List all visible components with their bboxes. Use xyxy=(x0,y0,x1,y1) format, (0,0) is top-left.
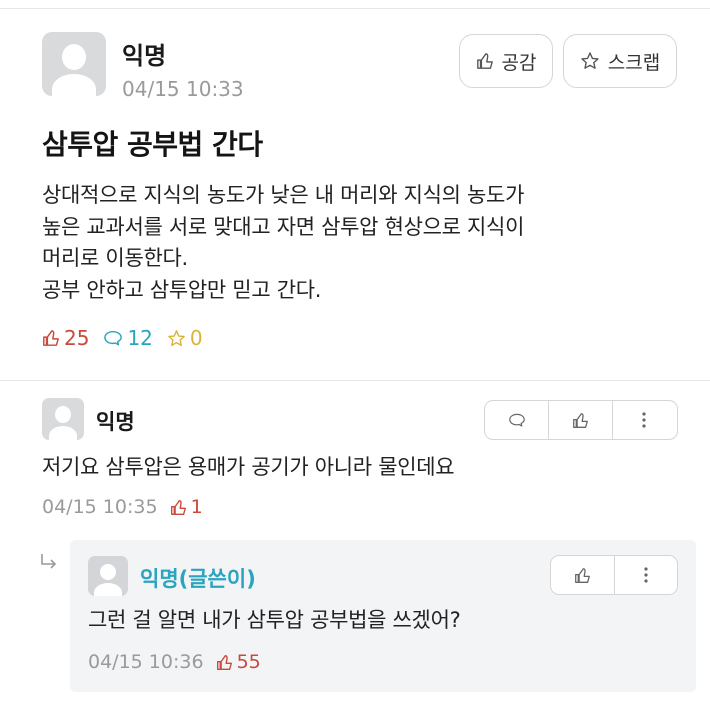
scrap-button[interactable]: 스크랩 xyxy=(563,34,677,88)
post-content-line: 상대적으로 지식의 농도가 낮은 내 머리와 지식의 농도가 xyxy=(42,183,525,207)
reply-meta: 04/15 10:36 55 xyxy=(88,651,261,673)
post-author-avatar xyxy=(42,32,106,96)
more-vertical-icon xyxy=(644,567,648,583)
scrap-label: 스크랩 xyxy=(607,51,661,74)
empathy-label: 공감 xyxy=(501,51,537,74)
reply-arrow-icon xyxy=(38,552,60,577)
post-content-line: 공부 안하고 삼투압만 믿고 간다. xyxy=(42,277,322,302)
post-title: 삼투압 공부법 간다 xyxy=(42,128,263,161)
star-icon xyxy=(168,329,185,346)
post-scrap-count: 0 xyxy=(167,326,203,350)
post-comment-count: 12 xyxy=(103,326,153,350)
comment-like-count: 1 xyxy=(170,496,203,518)
more-vertical-icon xyxy=(642,412,646,428)
thumbs-up-icon xyxy=(216,654,232,670)
thumbs-up-icon xyxy=(476,53,493,69)
thumbs-up-icon xyxy=(573,412,588,428)
post-timestamp: 04/15 10:33 xyxy=(122,77,244,101)
star-icon xyxy=(581,52,599,69)
post-author-name: 익명 xyxy=(122,42,167,70)
post-stats: 25 12 0 xyxy=(42,326,203,350)
reply-like-button[interactable] xyxy=(551,556,615,594)
reply-more-button[interactable] xyxy=(615,556,677,594)
post-content-line: 머리로 이동한다. xyxy=(42,246,188,270)
post-content-line: 높은 교과서를 서로 맞대고 자면 삼투압 현상으로 지식이 xyxy=(42,214,525,239)
reply-timestamp: 04/15 10:36 xyxy=(88,651,204,673)
comment-author-name: 익명 xyxy=(96,410,135,434)
empathy-button[interactable]: 공감 xyxy=(459,34,553,88)
reply-like-count: 55 xyxy=(216,651,261,673)
comment-author-avatar xyxy=(42,398,84,440)
comment-timestamp: 04/15 10:35 xyxy=(42,496,158,518)
reply-text: 그런 걸 알면 내가 삼투압 공부법을 쓰겠어? xyxy=(88,608,461,632)
comment-text: 저기요 삼투압은 용매가 공기가 아니라 물인데요 xyxy=(42,455,455,479)
comment-like-button[interactable] xyxy=(549,401,613,439)
comment-actions xyxy=(484,400,678,440)
reply-actions xyxy=(550,555,678,595)
post-content: 상대적으로 지식의 농도가 낮은 내 머리와 지식의 농도가 높은 교과서를 서… xyxy=(42,180,524,306)
comment-more-button[interactable] xyxy=(613,401,675,439)
comment-meta: 04/15 10:35 1 xyxy=(42,496,203,518)
reply-author-name: 익명(글쓴이) xyxy=(140,567,256,591)
comment-reply-button[interactable] xyxy=(485,401,549,439)
top-divider xyxy=(0,8,710,9)
post-divider xyxy=(0,380,710,381)
thumbs-up-icon xyxy=(170,499,186,515)
thumbs-up-icon xyxy=(43,330,59,346)
speech-bubble-icon xyxy=(508,413,525,427)
reply-author-avatar xyxy=(88,556,128,596)
thumbs-up-icon xyxy=(575,567,590,583)
post-like-count: 25 xyxy=(42,326,89,350)
speech-bubble-icon xyxy=(104,330,123,346)
